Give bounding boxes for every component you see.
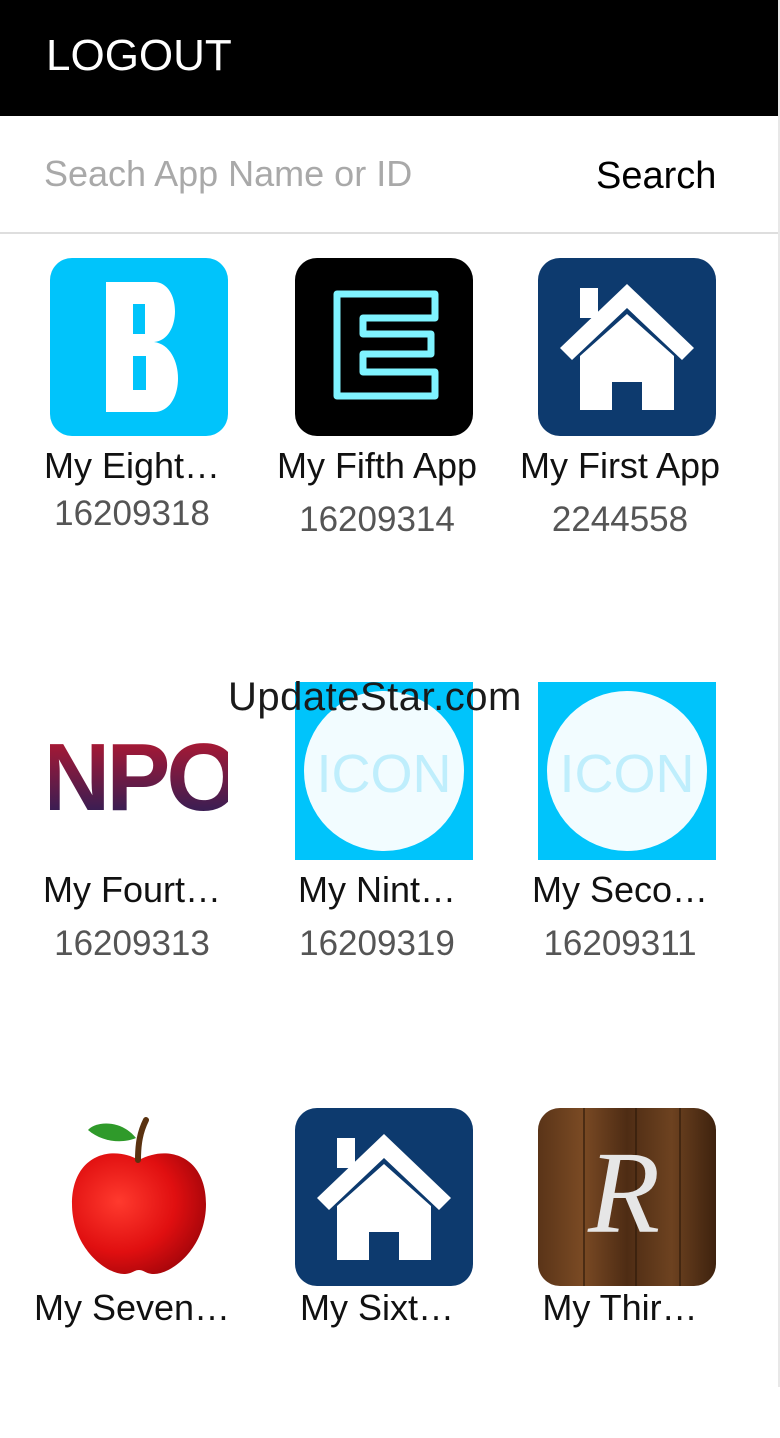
neon-e-icon [295,258,473,436]
house-icon [538,258,716,436]
app-name: My Fifth App [276,445,478,486]
app-tile-second[interactable]: ICON My Seco… 16209311 [498,682,742,1012]
app-name: My Seven… [33,1287,231,1328]
app-name: My Sixt… [299,1287,454,1328]
letter-b-icon [50,258,228,436]
app-tile-fifth[interactable]: My Fifth App 16209314 [255,258,499,588]
app-id: 16209313 [54,924,210,963]
npo-logo-text: NPO [50,724,228,831]
script-r-icon: R [538,1108,716,1286]
placeholder-icon-text: ICON [317,744,452,804]
app-tile-seventh[interactable]: My Seven… [10,1108,254,1438]
icon-placeholder-icon: ICON [538,682,716,860]
app-name: My Seco… [531,869,709,910]
house-icon [295,1108,473,1286]
app-tile-first[interactable]: My First App 2244558 [498,258,742,588]
app-name: My Thir… [542,1287,698,1328]
app-name: My Fourt… [42,869,221,910]
app-id: 16209311 [543,924,697,963]
app-name: My First App [519,445,721,486]
app-tile-fourth[interactable]: NPO My Fourt… 16209313 [10,682,254,1012]
app-tile-third[interactable]: R My Thir… [498,1108,742,1438]
top-bar: LOGOUT [0,0,778,116]
app-tile-ninth[interactable]: ICON My Nint… 16209319 [255,682,499,1012]
placeholder-icon-text: ICON [560,744,695,804]
script-r-letter: R [587,1127,660,1258]
search-button[interactable]: Search [596,150,736,202]
app-id: 2244558 [551,500,689,539]
npo-logo-icon: NPO [50,682,228,860]
logout-button[interactable]: LOGOUT [46,30,232,82]
apple-icon [50,1108,228,1286]
app-name: My Eight… [43,445,221,486]
app-tile-sixth[interactable]: My Sixt… [255,1108,499,1438]
app-id: 16209318 [54,494,210,533]
app-id: 16209319 [299,924,455,963]
app-id: 16209314 [299,500,455,539]
app-tile-eighth[interactable]: My Eight… 16209318 [10,258,254,588]
search-input[interactable] [44,146,564,202]
icon-placeholder-icon: ICON [295,682,473,860]
app-name: My Nint… [297,869,456,910]
search-bar: Search [0,116,778,234]
